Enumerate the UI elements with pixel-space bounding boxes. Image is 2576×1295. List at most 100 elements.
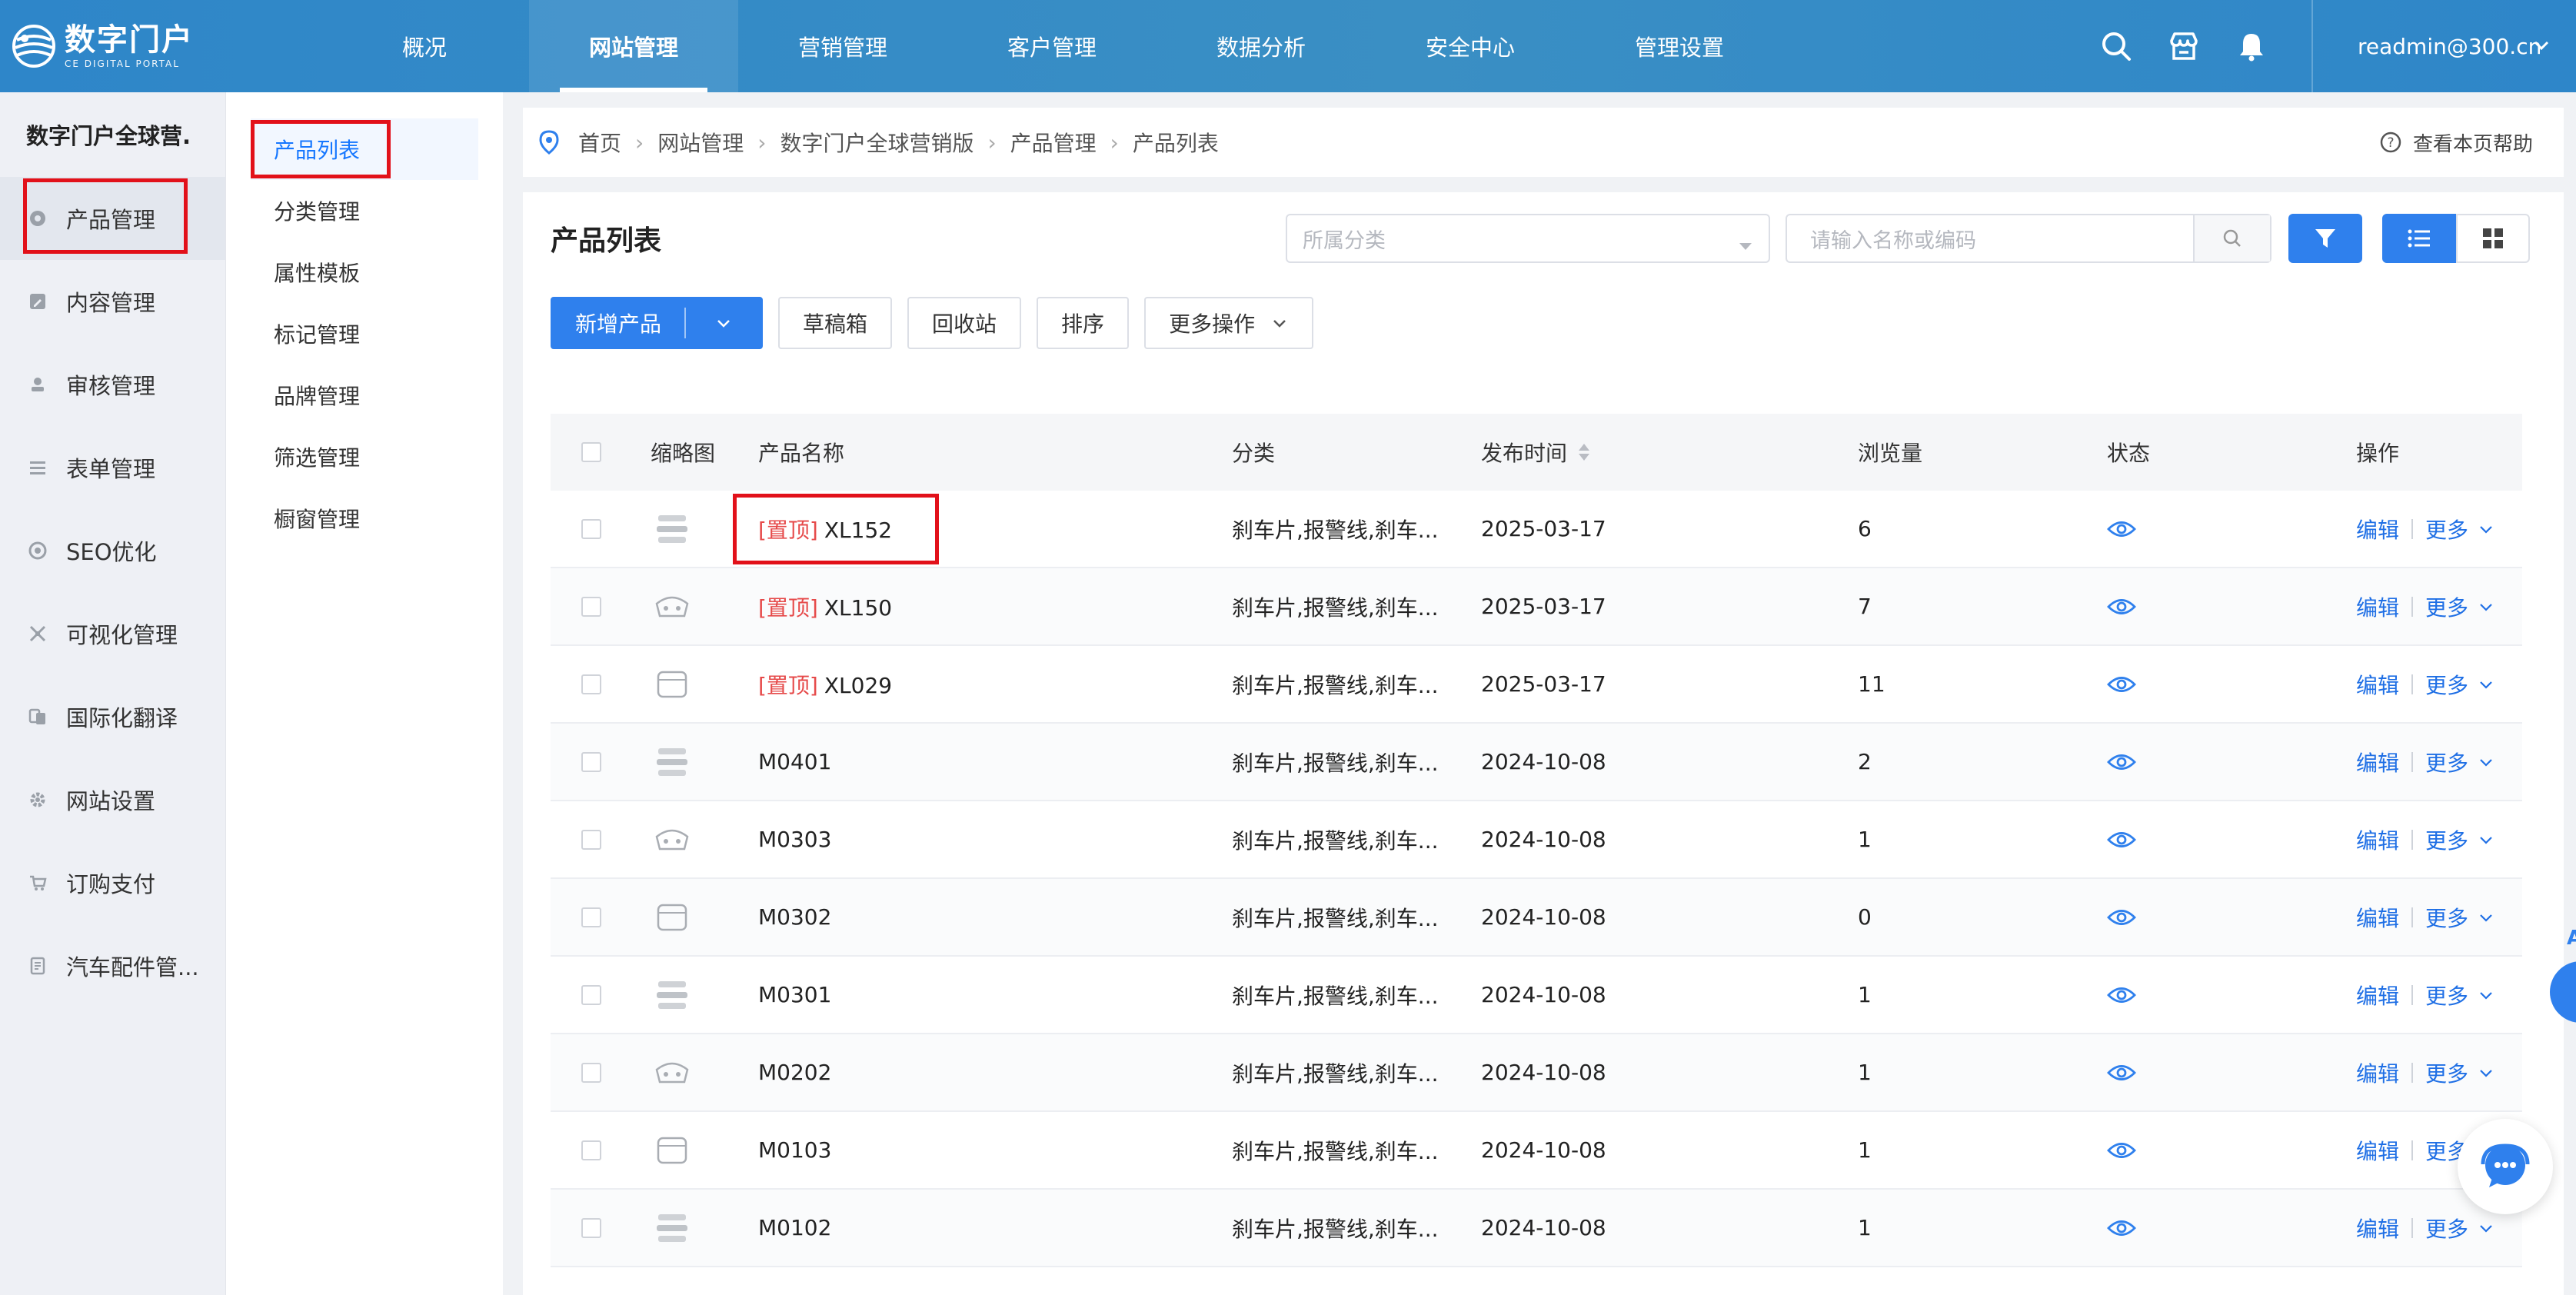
eye-icon[interactable] (2107, 597, 2136, 617)
product-name-cell[interactable]: M0303 (758, 827, 1232, 852)
eye-icon[interactable] (2107, 519, 2136, 539)
subnav-tag-management[interactable]: 标记管理 (226, 303, 503, 365)
store-icon[interactable] (2167, 29, 2201, 63)
more-menu[interactable]: 更多 (2425, 747, 2494, 777)
breadcrumb-product-management[interactable]: 产品管理 (1010, 127, 1097, 158)
table-row[interactable]: M0202 刹车片,报警线,刹车... 2024-10-08 1 编辑 更多 (551, 1034, 2522, 1112)
subnav-attribute-template[interactable]: 属性模板 (226, 241, 503, 303)
table-row[interactable]: M0301 刹车片,报警线,刹车... 2024-10-08 1 编辑 更多 (551, 957, 2522, 1034)
row-checkbox[interactable] (581, 674, 601, 694)
sidebar-item-site-settings[interactable]: 网站设置 (0, 758, 225, 841)
eye-icon[interactable] (2107, 752, 2136, 772)
sidebar-item-seo[interactable]: SEO优化 (0, 509, 225, 592)
table-row[interactable]: M0102 刹车片,报警线,刹车... 2024-10-08 1 编辑 更多 (551, 1190, 2522, 1267)
row-checkbox[interactable] (581, 984, 601, 1005)
eye-icon[interactable] (2107, 985, 2136, 1005)
eye-icon[interactable] (2107, 907, 2136, 927)
row-checkbox[interactable] (581, 751, 601, 772)
edit-link[interactable]: 编辑 (2356, 902, 2399, 933)
eye-icon[interactable] (2107, 1218, 2136, 1238)
bell-icon[interactable] (2235, 29, 2268, 63)
more-menu[interactable]: 更多 (2425, 902, 2494, 933)
topnav-customers[interactable]: 客户管理 (947, 0, 1157, 92)
sidebar-item-visual-management[interactable]: 可视化管理 (0, 592, 225, 675)
row-checkbox[interactable] (581, 518, 601, 539)
edit-link[interactable]: 编辑 (2356, 669, 2399, 700)
subnav-category-management[interactable]: 分类管理 (226, 180, 503, 241)
eye-icon[interactable] (2107, 1140, 2136, 1160)
topnav-marketing[interactable]: 营销管理 (738, 0, 947, 92)
subnav-brand-management[interactable]: 品牌管理 (226, 365, 503, 426)
table-row[interactable]: M0401 刹车片,报警线,刹车... 2024-10-08 2 编辑 更多 (551, 724, 2522, 801)
drafts-button[interactable]: 草稿箱 (778, 297, 893, 349)
row-checkbox[interactable] (581, 1062, 601, 1083)
add-product-button[interactable]: 新增产品 (551, 297, 764, 349)
table-row[interactable]: M0303 刹车片,报警线,刹车... 2024-10-08 1 编辑 更多 (551, 801, 2522, 879)
sidebar-item-translation[interactable]: 国际化翻译 (0, 675, 225, 758)
chat-support-button[interactable] (2458, 1119, 2553, 1214)
product-name-cell[interactable]: M0202 (758, 1060, 1232, 1085)
table-row[interactable]: [置顶] XL029 刹车片,报警线,刹车... 2025-03-17 11 编辑 更多 (551, 646, 2522, 724)
edit-link[interactable]: 编辑 (2356, 1057, 2399, 1088)
edit-link[interactable]: 编辑 (2356, 747, 2399, 777)
product-name-cell[interactable]: M0103 (758, 1137, 1232, 1163)
sidebar-item-content-management[interactable]: 内容管理 (0, 260, 225, 343)
sidebar-item-review-management[interactable]: 审核管理 (0, 343, 225, 426)
breadcrumb-site[interactable]: 数字门户全球营销版 (780, 127, 973, 158)
edit-link[interactable]: 编辑 (2356, 1135, 2399, 1166)
eye-icon[interactable] (2107, 830, 2136, 850)
more-actions-button[interactable]: 更多操作 (1144, 297, 1314, 349)
product-name-cell[interactable]: M0102 (758, 1215, 1232, 1240)
topnav-website-management[interactable]: 网站管理 (529, 0, 738, 92)
brand-logo[interactable]: 数字门户 CE DIGITAL PORTAL (11, 0, 241, 92)
row-checkbox[interactable] (581, 1217, 601, 1238)
product-name-cell[interactable]: [置顶] XL029 (758, 669, 1232, 700)
product-name-cell[interactable]: M0301 (758, 982, 1232, 1007)
edit-link[interactable]: 编辑 (2356, 591, 2399, 622)
table-row[interactable]: [置顶] XL150 刹车片,报警线,刹车... 2025-03-17 7 编辑 更多 (551, 568, 2522, 646)
topnav-analytics[interactable]: 数据分析 (1157, 0, 1366, 92)
row-checkbox[interactable] (581, 596, 601, 617)
row-checkbox[interactable] (581, 1140, 601, 1160)
product-name-cell[interactable]: M0302 (758, 904, 1232, 930)
category-select[interactable]: 所属分类 (1286, 214, 1770, 263)
more-menu[interactable]: 更多 (2425, 1057, 2494, 1088)
eye-icon[interactable] (2107, 674, 2136, 694)
recycle-bin-button[interactable]: 回收站 (907, 297, 1022, 349)
product-name-cell[interactable]: M0401 (758, 749, 1232, 774)
breadcrumb-website-management[interactable]: 网站管理 (657, 127, 744, 158)
grid-view-toggle[interactable] (2456, 214, 2530, 263)
row-checkbox[interactable] (581, 829, 601, 850)
row-checkbox[interactable] (581, 907, 601, 927)
subnav-showcase-management[interactable]: 橱窗管理 (226, 488, 503, 549)
more-menu[interactable]: 更多 (2425, 980, 2494, 1010)
subnav-filter-management[interactable]: 筛选管理 (226, 426, 503, 488)
breadcrumb-home[interactable]: 首页 (578, 127, 621, 158)
table-row[interactable]: M0103 刹车片,报警线,刹车... 2024-10-08 1 编辑 更多 (551, 1112, 2522, 1190)
edit-link[interactable]: 编辑 (2356, 824, 2399, 855)
search-icon[interactable] (2099, 29, 2133, 63)
chevron-down-icon[interactable] (686, 314, 761, 332)
topnav-overview[interactable]: 概况 (320, 0, 529, 92)
topnav-settings[interactable]: 管理设置 (1575, 0, 1784, 92)
user-account[interactable]: readmin@300.cn (2358, 0, 2541, 92)
ai-badge[interactable]: A (2550, 915, 2576, 1038)
topnav-security[interactable]: 安全中心 (1366, 0, 1575, 92)
search-input[interactable]: 请输入名称或编码 (1786, 214, 2271, 263)
filter-button[interactable] (2288, 214, 2362, 263)
help-link[interactable]: ? 查看本页帮助 (2379, 108, 2533, 177)
list-view-toggle[interactable] (2382, 214, 2456, 263)
sidebar-item-auto-parts[interactable]: 汽车配件管... (0, 924, 225, 1007)
edit-link[interactable]: 编辑 (2356, 1213, 2399, 1243)
more-menu[interactable]: 更多 (2425, 824, 2494, 855)
sort-button[interactable]: 排序 (1037, 297, 1130, 349)
more-menu[interactable]: 更多 (2425, 591, 2494, 622)
search-button[interactable] (2193, 215, 2270, 261)
more-menu[interactable]: 更多 (2425, 669, 2494, 700)
edit-link[interactable]: 编辑 (2356, 980, 2399, 1010)
sidebar-item-form-management[interactable]: 表单管理 (0, 426, 225, 509)
product-name-cell[interactable]: [置顶] XL150 (758, 591, 1232, 622)
sort-icon[interactable] (1578, 441, 1590, 463)
sidebar-item-order-payment[interactable]: 订购支付 (0, 841, 225, 924)
more-menu[interactable]: 更多 (2425, 514, 2494, 544)
